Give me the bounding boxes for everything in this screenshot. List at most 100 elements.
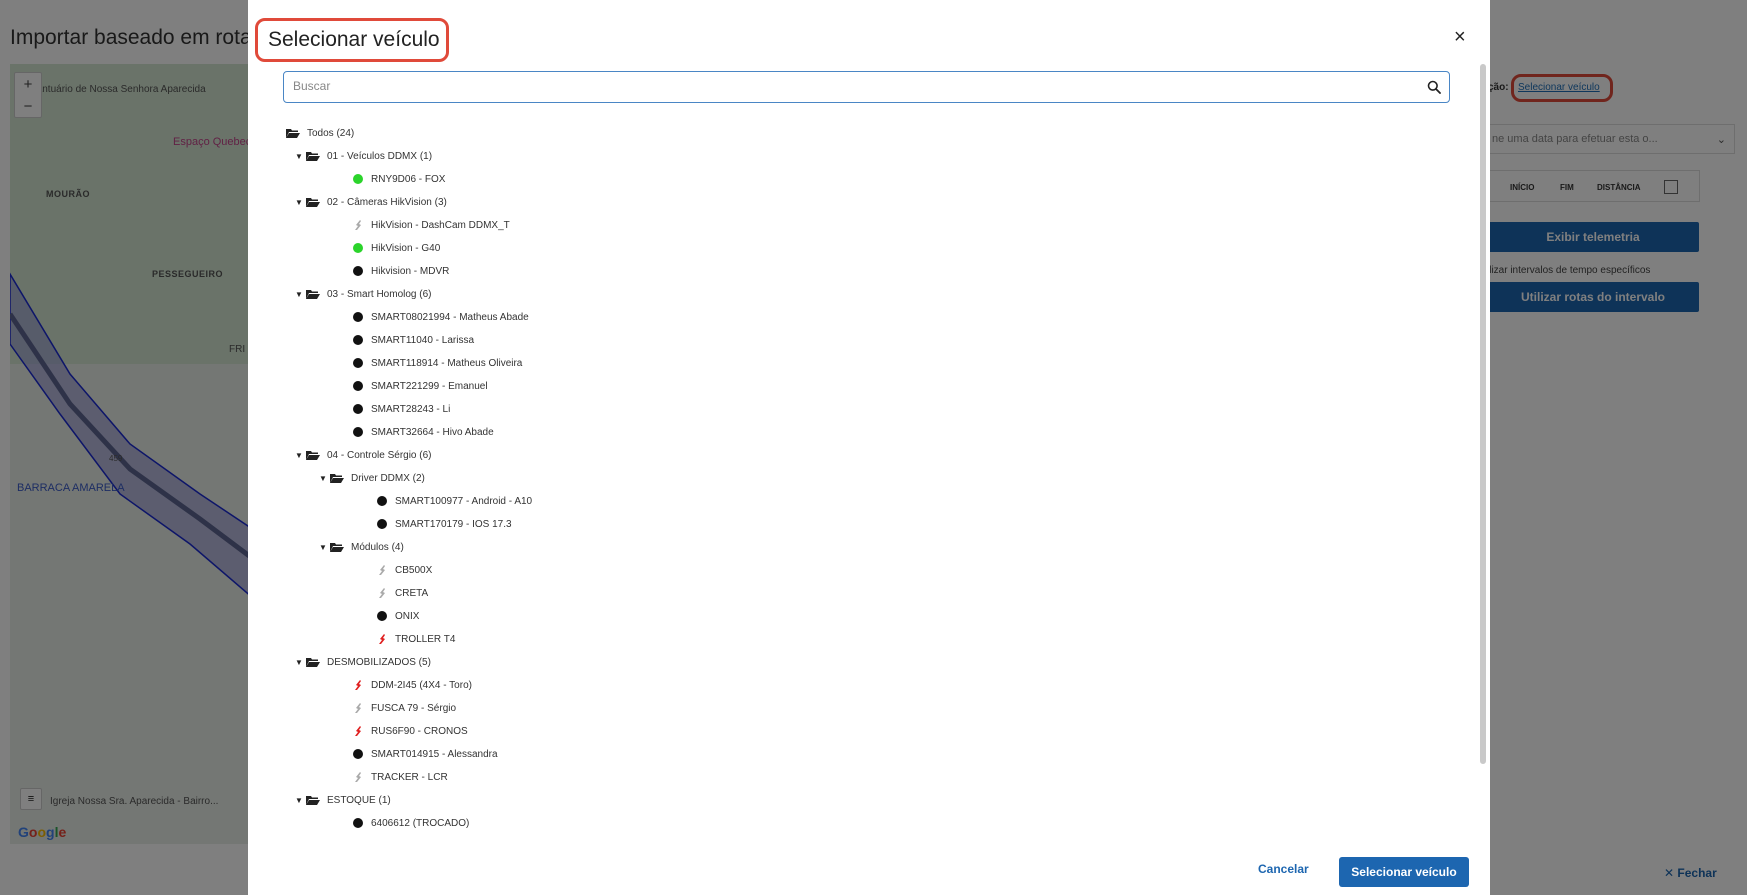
tree-vehicle[interactable]: Hikvision - MDVR (353, 262, 449, 280)
offline-status-icon (353, 404, 363, 414)
caret-down-icon[interactable]: ▼ (293, 658, 305, 667)
offline-status-icon (353, 312, 363, 322)
caret-down-icon[interactable]: ▼ (293, 290, 305, 299)
folder-icon (305, 449, 321, 461)
offline-status-icon (353, 266, 363, 276)
tree-vehicle[interactable]: FUSCA 79 - Sérgio (353, 699, 456, 717)
tree-folder[interactable]: ▼ DESMOBILIZADOS (5) (293, 653, 431, 671)
close-icon[interactable]: × (1454, 26, 1466, 49)
tree-vehicle[interactable]: TROLLER T4 (377, 630, 455, 648)
tree-item-label: 04 - Controle Sérgio (6) (327, 449, 432, 461)
tree-vehicle[interactable]: 6406612 (TROCADO) (353, 814, 469, 832)
highlight-annotation (255, 18, 449, 62)
tree-vehicle[interactable]: SMART118914 - Matheus Oliveira (353, 354, 522, 372)
offline-status-icon (377, 611, 387, 621)
offline-status-icon (377, 496, 387, 506)
plug-icon (377, 564, 387, 576)
folder-icon (305, 656, 321, 668)
tree-item-label: CB500X (395, 564, 433, 576)
vehicle-tree: Todos (24) ▼ 01 - Veículos DDMX (1) RNY9D06… (280, 124, 1460, 844)
caret-down-icon[interactable]: ▼ (293, 796, 305, 805)
caret-down-icon[interactable]: ▼ (317, 474, 329, 483)
tree-item-label: FUSCA 79 - Sérgio (371, 702, 457, 714)
tree-item-label: Módulos (4) (351, 541, 404, 553)
tree-item-label: HikVision - DashCam DDMX_T (371, 219, 510, 231)
tree-vehicle[interactable]: SMART28243 - Li (353, 400, 450, 418)
tree-item-label: CRETA (395, 587, 429, 599)
plug-icon (353, 219, 363, 231)
tree-item-label: SMART08021994 - Matheus Abade (371, 311, 529, 323)
tree-vehicle[interactable]: CRETA (377, 584, 428, 602)
alert-plug-icon (353, 679, 363, 691)
tree-vehicle[interactable]: HikVision - G40 (353, 239, 440, 257)
tree-vehicle[interactable]: SMART08021994 - Matheus Abade (353, 308, 529, 326)
tree-vehicle[interactable]: SMART32664 - Hivo Abade (353, 423, 494, 441)
scrollbar[interactable] (1480, 64, 1486, 764)
offline-status-icon (353, 427, 363, 437)
tree-item-label: TRACKER - LCR (371, 771, 448, 783)
tree-item-label: SMART118914 - Matheus Oliveira (371, 357, 523, 369)
tree-vehicle[interactable]: RUS6F90 - CRONOS (353, 722, 468, 740)
folder-icon (305, 794, 321, 806)
tree-item-label: SMART221299 - Emanuel (371, 380, 488, 392)
tree-folder[interactable]: Todos (24) (285, 124, 354, 142)
tree-vehicle[interactable]: TRACKER - LCR (353, 768, 448, 786)
search-input[interactable] (284, 72, 1404, 100)
cancel-button[interactable]: Cancelar (1258, 862, 1309, 876)
search-field[interactable] (283, 71, 1450, 103)
tree-item-label: TROLLER T4 (395, 633, 456, 645)
plug-icon (377, 587, 387, 599)
tree-folder[interactable]: ▼ 04 - Controle Sérgio (6) (293, 446, 432, 464)
alert-plug-icon (353, 725, 363, 737)
tree-item-label: Hikvision - MDVR (371, 265, 450, 277)
caret-down-icon[interactable]: ▼ (293, 451, 305, 460)
tree-item-label: SMART100977 - Android - A10 (395, 495, 533, 507)
search-icon[interactable] (1427, 80, 1441, 94)
tree-vehicle[interactable]: SMART014915 - Alessandra (353, 745, 498, 763)
online-status-icon (353, 243, 363, 253)
tree-item-label: SMART32664 - Hivo Abade (371, 426, 494, 438)
tree-vehicle[interactable]: HikVision - DashCam DDMX_T (353, 216, 510, 234)
tree-item-label: DESMOBILIZADOS (5) (327, 656, 431, 668)
tree-vehicle[interactable]: ONIX (377, 607, 419, 625)
tree-vehicle[interactable]: RNY9D06 - FOX (353, 170, 445, 188)
tree-folder[interactable]: ▼ ESTOQUE (1) (293, 791, 391, 809)
tree-item-label: HikVision - G40 (371, 242, 441, 254)
tree-item-label: Driver DDMX (2) (351, 472, 425, 484)
tree-folder[interactable]: ▼ Módulos (4) (317, 538, 404, 556)
online-status-icon (353, 174, 363, 184)
tree-vehicle[interactable]: SMART221299 - Emanuel (353, 377, 488, 395)
tree-folder[interactable]: ▼ 01 - Veículos DDMX (1) (293, 147, 432, 165)
folder-icon (329, 472, 345, 484)
plug-icon (353, 702, 363, 714)
tree-folder[interactable]: ▼ Driver DDMX (2) (317, 469, 425, 487)
tree-folder[interactable]: ▼ 03 - Smart Homolog (6) (293, 285, 431, 303)
tree-item-label: 6406612 (TROCADO) (371, 817, 470, 829)
folder-icon (305, 196, 321, 208)
tree-vehicle[interactable]: CB500X (377, 561, 432, 579)
tree-vehicle[interactable]: SMART11040 - Larissa (353, 331, 474, 349)
tree-item-label: SMART014915 - Alessandra (371, 748, 498, 760)
tree-item-label: RUS6F90 - CRONOS (371, 725, 468, 737)
offline-status-icon (353, 381, 363, 391)
caret-down-icon[interactable]: ▼ (317, 543, 329, 552)
caret-down-icon[interactable]: ▼ (293, 198, 305, 207)
folder-icon (285, 127, 301, 139)
folder-icon (329, 541, 345, 553)
tree-item-label: ONIX (395, 610, 420, 622)
select-vehicle-button[interactable]: Selecionar veículo (1339, 857, 1469, 887)
tree-vehicle[interactable]: SMART100977 - Android - A10 (377, 492, 532, 510)
tree-folder[interactable]: ▼ 02 - Câmeras HikVision (3) (293, 193, 447, 211)
tree-vehicle[interactable]: DDM-2I45 (4X4 - Toro) (353, 676, 472, 694)
tree-item-label: SMART170179 - IOS 17.3 (395, 518, 512, 530)
caret-down-icon[interactable]: ▼ (293, 152, 305, 161)
offline-status-icon (377, 519, 387, 529)
plug-icon (353, 771, 363, 783)
offline-status-icon (353, 749, 363, 759)
folder-icon (305, 288, 321, 300)
tree-item-label: DDM-2I45 (4X4 - Toro) (371, 679, 472, 691)
alert-plug-icon (377, 633, 387, 645)
tree-item-label: Todos (24) (307, 127, 355, 139)
tree-vehicle[interactable]: SMART170179 - IOS 17.3 (377, 515, 512, 533)
tree-item-label: RNY9D06 - FOX (371, 173, 446, 185)
